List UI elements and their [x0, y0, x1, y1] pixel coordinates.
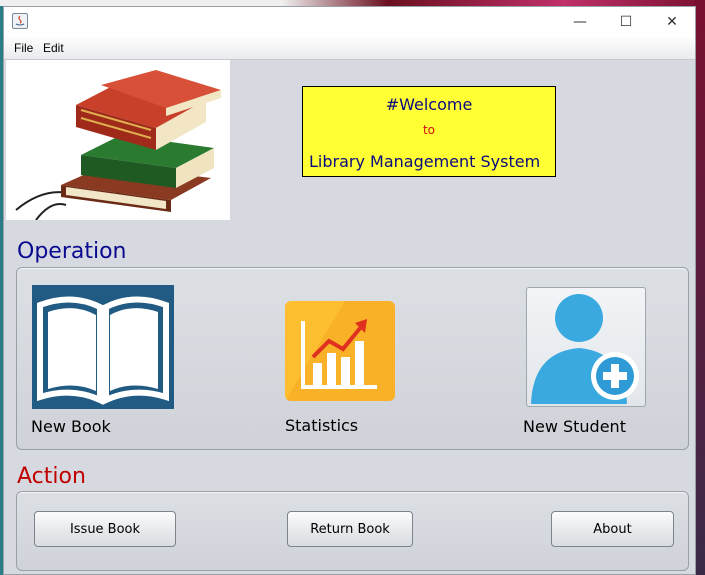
welcome-to: to [422, 123, 436, 137]
action-panel: Issue Book Return Book About [16, 491, 689, 571]
menu-edit[interactable]: Edit [43, 41, 64, 55]
menu-file[interactable]: File [14, 41, 33, 55]
title-bar: — ☐ ✕ [4, 7, 695, 37]
new-book-label: New Book [31, 417, 111, 436]
about-button[interactable]: About [551, 511, 674, 547]
maximize-button[interactable]: ☐ [603, 7, 649, 37]
return-book-button[interactable]: Return Book [287, 511, 413, 547]
operation-heading: Operation [17, 239, 127, 264]
close-button[interactable]: ✕ [649, 7, 695, 37]
menu-bar: File Edit [4, 37, 695, 60]
chart-icon[interactable] [285, 301, 395, 401]
action-heading: Action [17, 464, 86, 489]
add-user-icon[interactable] [526, 287, 646, 407]
desktop-background-edge [695, 0, 705, 575]
welcome-system-name: Library Management System [309, 152, 541, 171]
statistics-label: Statistics [285, 416, 359, 435]
open-book-icon[interactable] [32, 285, 174, 409]
minimize-button[interactable]: — [557, 7, 603, 37]
java-app-icon [12, 13, 28, 29]
books-stack-image [6, 60, 230, 220]
operation-panel: New Book Statistics New Student [16, 267, 689, 450]
welcome-banner: #Welcome to Library Management System [302, 86, 556, 177]
welcome-title: #Welcome [385, 95, 473, 114]
app-window: — ☐ ✕ File Edit #Welcome to Library Mana… [3, 6, 696, 575]
new-student-label: New Student [523, 417, 626, 436]
issue-book-button[interactable]: Issue Book [34, 511, 176, 547]
